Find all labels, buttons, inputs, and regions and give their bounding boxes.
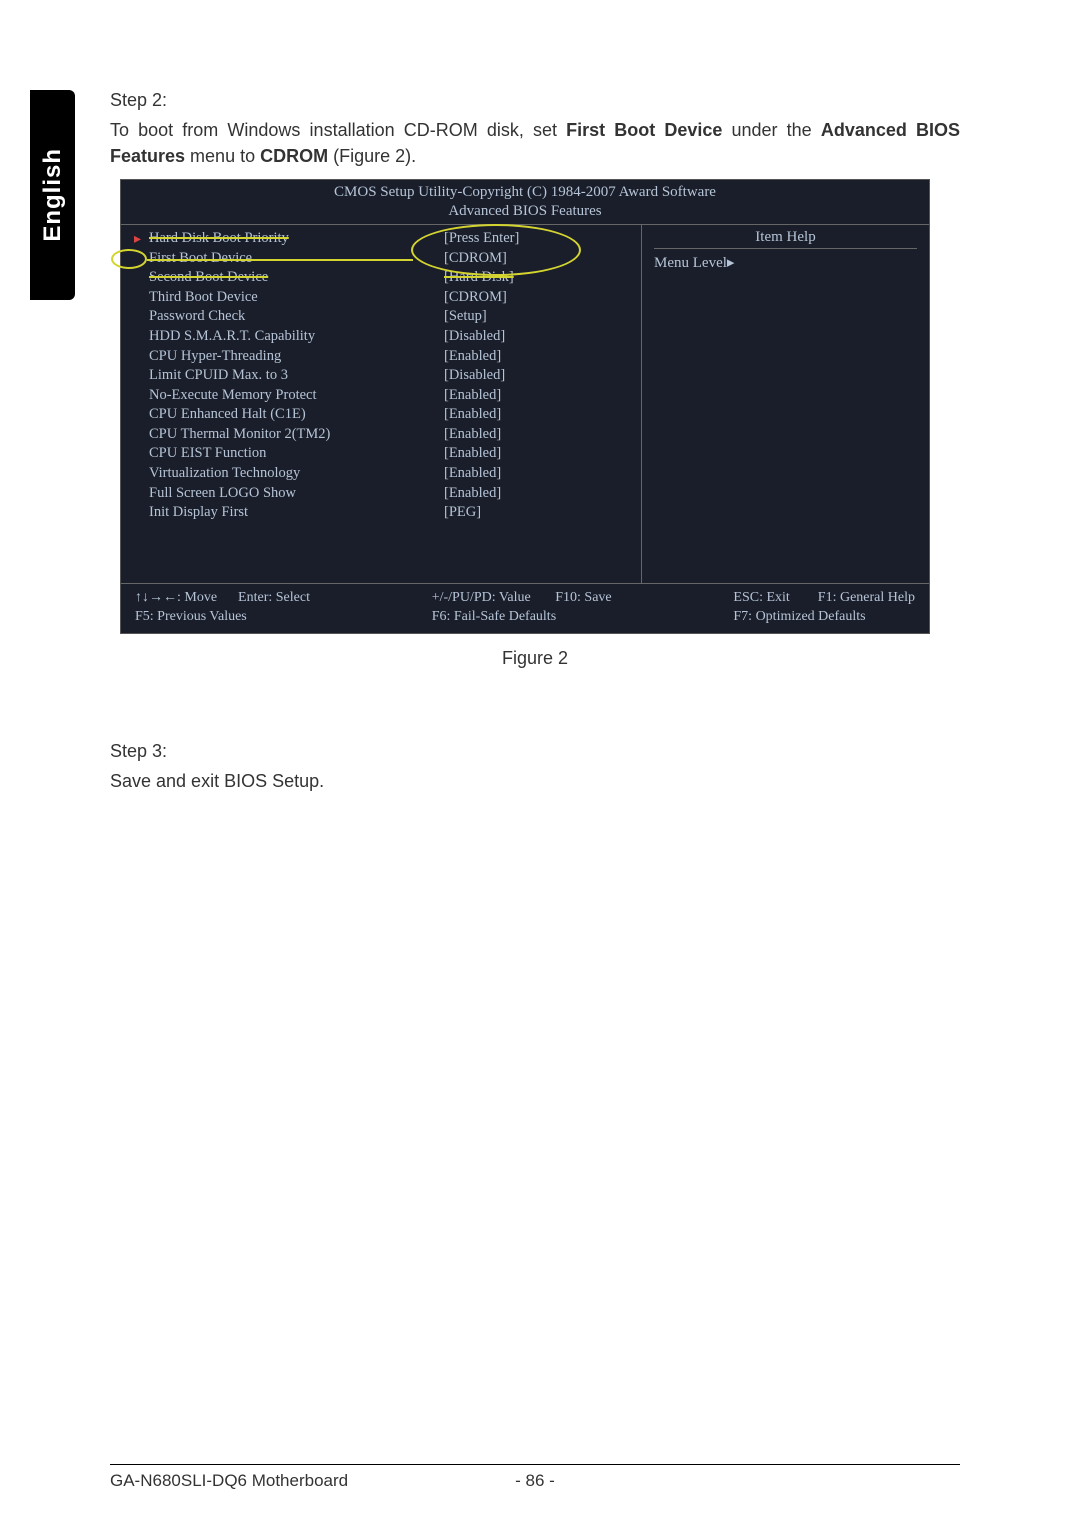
- page-footer: GA-N680SLI-DQ6 Motherboard - 86 -: [110, 1464, 960, 1491]
- bios-row: Init Display First[PEG]: [149, 503, 641, 523]
- language-label: English: [39, 148, 67, 242]
- bios-screenshot: CMOS Setup Utility-Copyright (C) 1984-20…: [120, 179, 930, 634]
- bios-row: HDD S.M.A.R.T. Capability[Disabled]: [149, 327, 641, 347]
- bios-footer-c3l1: ESC: Exit F1: General Help: [733, 590, 915, 605]
- bios-row: CPU Enhanced Halt (C1E)[Enabled]: [149, 405, 641, 425]
- bios-label: Virtualization Technology: [149, 464, 444, 484]
- bios-footer-col2: +/-/PU/PD: Value F10: Save F6: Fail-Safe…: [432, 588, 612, 627]
- bios-value: [PEG]: [444, 503, 641, 523]
- bios-value: [Enabled]: [444, 347, 641, 367]
- figure-caption: Figure 2: [110, 648, 960, 669]
- bios-value: [CDROM]: [444, 288, 641, 308]
- bios-value: [Enabled]: [444, 405, 641, 425]
- bios-left-panel: ▸ Hard Disk Boot Priority[Press Enter] F…: [121, 225, 641, 582]
- step2-fbd: First Boot Device: [566, 120, 722, 140]
- bios-label: No-Execute Memory Protect: [149, 386, 444, 406]
- bios-value: [Disabled]: [444, 366, 641, 386]
- bios-footer-col1: ↑↓→←: Move Enter: Select F5: Previous Va…: [135, 588, 310, 627]
- step2-menuto: menu to: [185, 146, 260, 166]
- triangle-right-icon: ▸: [727, 255, 735, 271]
- step3-block: Step 3: Save and exit BIOS Setup.: [110, 741, 960, 794]
- bios-row: CPU Thermal Monitor 2(TM2)[Enabled]: [149, 425, 641, 445]
- bios-label: HDD S.M.A.R.T. Capability: [149, 327, 444, 347]
- step3-text: Save and exit BIOS Setup.: [110, 768, 960, 794]
- bios-label: Init Display First: [149, 503, 444, 523]
- bios-help-title: Item Help: [654, 229, 917, 249]
- bios-footer-c1l1: ↑↓→←: Move Enter: Select: [135, 590, 310, 605]
- annotation-ellipse-right: [411, 224, 581, 276]
- bios-value: [Setup]: [444, 307, 641, 327]
- bios-row: CPU Hyper-Threading[Enabled]: [149, 347, 641, 367]
- step3-heading: Step 3:: [110, 741, 960, 762]
- bios-value: [Enabled]: [444, 386, 641, 406]
- step2-figref: (Figure 2).: [328, 146, 416, 166]
- bios-label: CPU Hyper-Threading: [149, 347, 444, 367]
- step2-text-frag: To boot from Windows installation CD-ROM…: [110, 120, 566, 140]
- bios-label: Password Check: [149, 307, 444, 327]
- bios-row: Limit CPUID Max. to 3[Disabled]: [149, 366, 641, 386]
- bios-row: Third Boot Device[CDROM]: [149, 288, 641, 308]
- bios-footer-c2l1: +/-/PU/PD: Value F10: Save: [432, 590, 612, 605]
- bios-pointer-icon: ▸: [134, 231, 141, 248]
- bios-value: [Enabled]: [444, 425, 641, 445]
- bios-label: CPU Enhanced Halt (C1E): [149, 405, 444, 425]
- bios-row: Second Boot Device[Hard Disk]: [149, 268, 641, 288]
- bios-row: No-Execute Memory Protect[Enabled]: [149, 386, 641, 406]
- bios-footer-c2l2: F6: Fail-Safe Defaults: [432, 609, 556, 624]
- bios-label: Third Boot Device: [149, 288, 444, 308]
- bios-row: CPU EIST Function[Enabled]: [149, 444, 641, 464]
- bios-row: Full Screen LOGO Show[Enabled]: [149, 484, 641, 504]
- footer-left: GA-N680SLI-DQ6 Motherboard: [110, 1471, 348, 1491]
- step2-text: To boot from Windows installation CD-ROM…: [110, 117, 960, 169]
- step2-cdrom: CDROM: [260, 146, 328, 166]
- bios-value: [Enabled]: [444, 444, 641, 464]
- bios-footer-c1l2: F5: Previous Values: [135, 609, 247, 624]
- footer-page-number: - 86 -: [515, 1471, 555, 1491]
- bios-label: Hard Disk Boot Priority: [149, 229, 444, 249]
- bios-label: CPU EIST Function: [149, 444, 444, 464]
- annotation-ellipse-left: [111, 249, 147, 269]
- bios-row: Virtualization Technology[Enabled]: [149, 464, 641, 484]
- bios-footer: ↑↓→←: Move Enter: Select F5: Previous Va…: [121, 584, 929, 633]
- bios-right-panel: Item Help Menu Level▸: [641, 225, 929, 582]
- page-content: Step 2: To boot from Windows installatio…: [110, 90, 960, 804]
- bios-header-line2: Advanced BIOS Features: [121, 203, 929, 224]
- bios-footer-col3: ESC: Exit F1: General Help F7: Optimized…: [733, 588, 915, 627]
- language-tab: English: [30, 90, 75, 300]
- bios-label: CPU Thermal Monitor 2(TM2): [149, 425, 444, 445]
- bios-header-line1: CMOS Setup Utility-Copyright (C) 1984-20…: [121, 180, 929, 203]
- bios-menu-level-text: Menu Level: [654, 255, 727, 271]
- bios-value: [Enabled]: [444, 464, 641, 484]
- bios-label: Full Screen LOGO Show: [149, 484, 444, 504]
- bios-label: Second Boot Device: [149, 268, 444, 288]
- bios-menu-level: Menu Level▸: [654, 253, 917, 272]
- bios-main: ▸ Hard Disk Boot Priority[Press Enter] F…: [121, 224, 929, 583]
- bios-value: [Enabled]: [444, 484, 641, 504]
- bios-row: Password Check[Setup]: [149, 307, 641, 327]
- annotation-line: [147, 259, 413, 261]
- step2-under: under the: [722, 120, 820, 140]
- bios-footer-c3l2: F7: Optimized Defaults: [733, 609, 865, 624]
- bios-value: [Disabled]: [444, 327, 641, 347]
- bios-label: Limit CPUID Max. to 3: [149, 366, 444, 386]
- step2-heading: Step 2:: [110, 90, 960, 111]
